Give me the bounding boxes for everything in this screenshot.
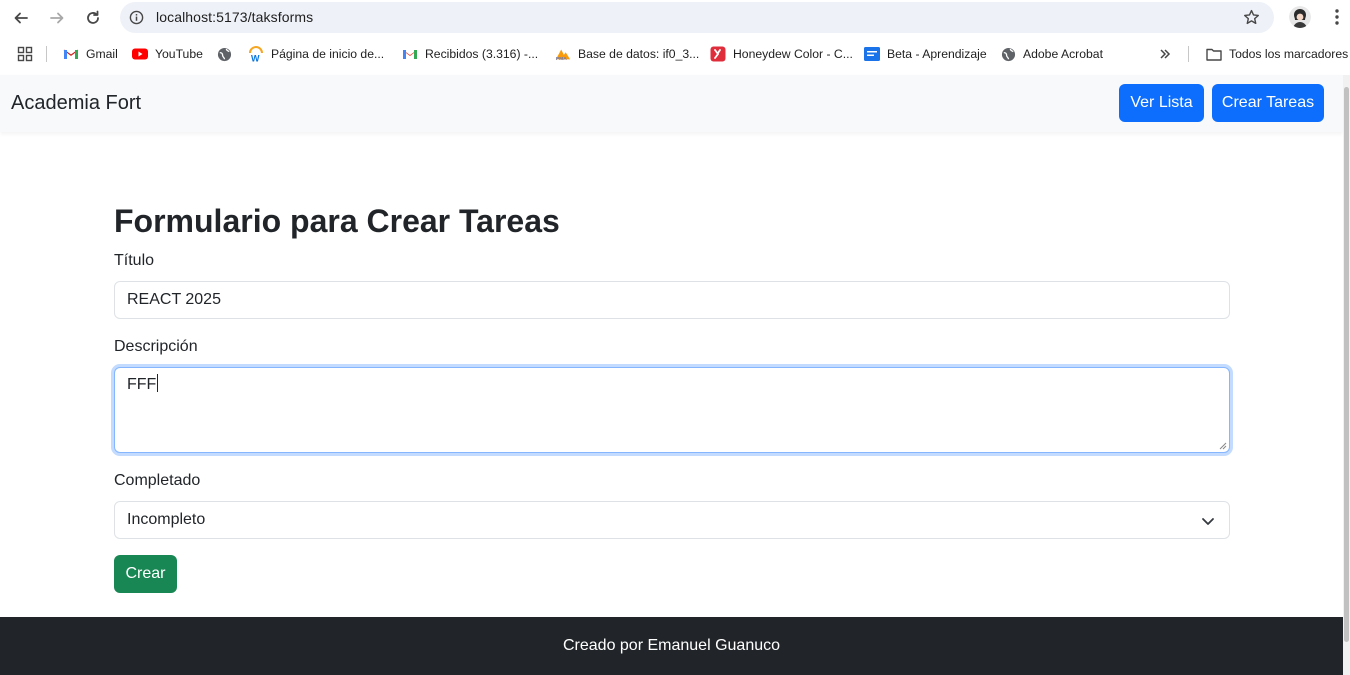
bookmark-gmail[interactable]: Gmail (63, 45, 118, 63)
bookmark-recibidos[interactable]: Recibidos (3.316) -... (402, 45, 538, 63)
bookmark-label: YouTube (155, 47, 203, 61)
double-chevron-right-icon (1160, 49, 1171, 59)
profile-icon (1289, 6, 1311, 28)
browser-toolbar: localhost:5173/taksforms (0, 0, 1350, 35)
footer-text: Creado por Emanuel Guanuco (562, 637, 781, 654)
bookmark-youtube[interactable]: YouTube (132, 45, 203, 63)
beta-icon (864, 46, 880, 62)
apps-grid-icon (17, 46, 33, 62)
descripcion-label: Descripción (114, 338, 198, 355)
url-text: localhost:5173/taksforms (156, 9, 314, 25)
all-bookmarks-label: Todos los marcadores (1229, 47, 1349, 61)
scrollbar-thumb[interactable] (1344, 87, 1349, 642)
bookmark-globe[interactable] (216, 45, 239, 63)
titulo-label: Título (114, 252, 155, 269)
text-caret (157, 374, 159, 392)
bookmark-beta[interactable]: Beta - Aprendizaje (864, 45, 987, 63)
chevron-down-icon (1202, 518, 1214, 525)
crear-button[interactable]: Crear (114, 555, 177, 593)
titulo-input[interactable]: REACT 2025 (114, 281, 1230, 319)
bookmark-label: Página de inicio de... (271, 47, 385, 61)
footer: Creado por Emanuel Guanuco (0, 617, 1343, 675)
ver-lista-button[interactable]: Ver Lista (1119, 84, 1204, 122)
bookmarks-bar: Gmail YouTube W Página de inicio de... R… (0, 40, 1350, 68)
forward-button[interactable] (45, 6, 69, 30)
gmail-icon (63, 46, 79, 62)
reload-button[interactable] (81, 6, 105, 30)
bookmark-label: Beta - Aprendizaje (887, 47, 987, 61)
titulo-value: REACT 2025 (127, 291, 221, 308)
bookmark-label: Gmail (86, 47, 118, 61)
bookmark-label: Honeydew Color - C... (733, 47, 853, 61)
brand[interactable]: Academia Fort (11, 92, 141, 115)
scrollbar[interactable] (1343, 75, 1350, 675)
divider (1188, 46, 1189, 62)
completado-select[interactable]: Incompleto (114, 501, 1230, 539)
bookmark-adobe-acrobat[interactable]: Adobe Acrobat (1000, 45, 1103, 63)
reload-icon (87, 10, 99, 24)
bookmark-label: Adobe Acrobat (1023, 47, 1103, 61)
divider (46, 46, 47, 62)
address-bar[interactable]: localhost:5173/taksforms (120, 2, 1274, 33)
apps-button[interactable] (17, 45, 33, 63)
honeydew-icon (710, 46, 726, 62)
back-button[interactable] (9, 6, 33, 30)
resize-handle-icon[interactable] (1219, 442, 1227, 450)
globe-icon (216, 46, 232, 62)
svg-text:W: W (251, 54, 260, 63)
globe-icon (1000, 46, 1016, 62)
navbar: Academia Fort Ver Lista Crear Tareas (0, 75, 1343, 132)
descripcion-textarea[interactable]: FFF (114, 367, 1230, 453)
svg-text:PMA: PMA (556, 56, 567, 61)
more-bookmarks-button[interactable] (1158, 45, 1172, 63)
bookmark-base-de-datos[interactable]: PMA Base de datos: if0_3... (555, 45, 699, 63)
arrow-right-icon (50, 12, 64, 24)
bookmark-star-icon[interactable] (1243, 9, 1260, 26)
bookmark-honeydew[interactable]: Honeydew Color - C... (710, 45, 853, 63)
info-icon[interactable] (129, 10, 144, 25)
descripcion-value: FFF (127, 376, 157, 393)
page-title: Formulario para Crear Tareas (114, 203, 560, 239)
more-menu-icon[interactable] (1330, 8, 1344, 26)
youtube-icon (132, 46, 148, 62)
crear-tareas-button[interactable]: Crear Tareas (1212, 84, 1324, 122)
profile-avatar[interactable] (1289, 6, 1311, 28)
arrow-left-icon (14, 12, 28, 24)
page-content: Academia Fort Ver Lista Crear Tareas For… (0, 75, 1343, 675)
completado-value: Incompleto (127, 511, 206, 528)
bookmark-workday[interactable]: W Página de inicio de... (248, 45, 384, 63)
all-bookmarks-button[interactable]: Todos los marcadores (1206, 45, 1348, 63)
gmail-icon (402, 46, 418, 62)
folder-icon (1206, 46, 1222, 62)
workday-icon: W (248, 46, 264, 62)
phpmyadmin-icon: PMA (555, 46, 571, 62)
bookmark-label: Recibidos (3.316) -... (425, 47, 539, 61)
bookmark-label: Base de datos: if0_3... (578, 47, 700, 61)
completado-label: Completado (114, 472, 201, 489)
